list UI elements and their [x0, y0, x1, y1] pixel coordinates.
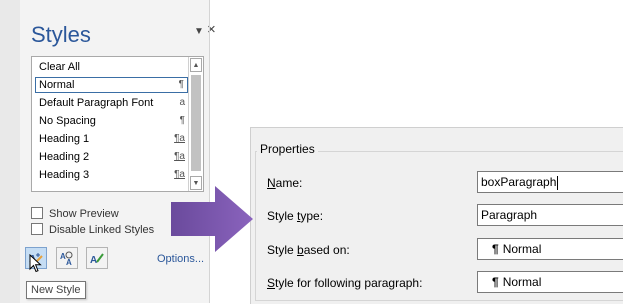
style-item-no-spacing[interactable]: No Spacing ¶ [35, 113, 188, 129]
style-item-heading-1[interactable]: Heading 1 ¶a [35, 131, 188, 147]
linked-style-icon: ¶a [174, 169, 185, 180]
style-based-on-dropdown[interactable]: ¶ Normal [477, 238, 623, 260]
svg-text:A: A [66, 258, 72, 266]
style-item-label: Normal [39, 79, 75, 91]
style-item-label: Heading 3 [39, 169, 90, 181]
style-item-label: Heading 2 [39, 151, 90, 163]
style-type-label: Style type: [267, 209, 324, 223]
style-list: Clear All Normal ¶ Default Paragraph Fon… [31, 56, 204, 192]
style-item-label: Heading 1 [39, 133, 90, 145]
manage-styles-button[interactable]: A [86, 247, 108, 269]
new-style-tooltip: New Style [26, 281, 86, 299]
scroll-thumb[interactable] [191, 75, 201, 171]
paragraph-style-icon: ¶ [178, 79, 184, 90]
style-item-default-paragraph-font[interactable]: Default Paragraph Font a [35, 95, 188, 111]
checkbox-label: Show Preview [49, 208, 119, 220]
style-based-on-label: Style based on: [267, 243, 350, 257]
style-item-label: No Spacing [39, 115, 96, 127]
following-style-dropdown[interactable]: ¶ Normal [477, 271, 623, 293]
text-caret [557, 175, 559, 190]
properties-dialog: Properties Name: boxParagraph Style type… [250, 127, 623, 304]
styles-pane: Styles ▼ × Clear All Normal ¶ Default Pa… [20, 0, 216, 303]
scroll-up-icon[interactable]: ▲ [190, 58, 202, 72]
style-inspector-icon: A A [60, 251, 73, 267]
mouse-pointer-icon [29, 254, 42, 273]
document-edge [0, 0, 20, 303]
options-link[interactable]: Options... [157, 253, 204, 265]
checkbox-label: Disable Linked Styles [49, 224, 155, 236]
style-item-heading-3[interactable]: Heading 3 ¶a [35, 167, 188, 183]
style-item-label: Default Paragraph Font [39, 97, 154, 109]
linked-style-icon: ¶a [174, 151, 185, 162]
svg-text:A: A [90, 255, 97, 266]
style-list-scrollbar[interactable]: ▲ ▼ [188, 57, 203, 191]
following-style-label: Style for following paragraph: [267, 276, 423, 290]
disable-linked-styles-checkbox[interactable]: Disable Linked Styles [31, 223, 154, 237]
name-field[interactable]: boxParagraph [477, 171, 623, 193]
name-field-value: boxParagraph [481, 175, 557, 189]
checkbox-box[interactable] [31, 223, 43, 236]
callout-arrow-icon [171, 186, 253, 252]
checkbox-box[interactable] [31, 207, 43, 220]
following-style-value: Normal [502, 275, 542, 289]
name-label: Name: [267, 176, 303, 190]
pane-divider [209, 0, 210, 303]
style-item-normal[interactable]: Normal ¶ [35, 77, 188, 93]
style-type-value: Paragraph [481, 208, 538, 222]
style-type-dropdown[interactable]: Paragraph [477, 204, 623, 226]
show-preview-checkbox[interactable]: Show Preview [31, 207, 119, 221]
character-style-icon: a [179, 97, 185, 108]
style-item-heading-2[interactable]: Heading 2 ¶a [35, 149, 188, 165]
manage-styles-icon: A [90, 253, 104, 266]
style-item-clear-all[interactable]: Clear All [35, 59, 188, 75]
pane-options-dropdown-icon[interactable]: ▼ [194, 26, 204, 37]
paragraph-style-icon: ¶ [179, 115, 185, 126]
paragraph-mark-icon: ¶ [492, 242, 499, 256]
properties-group-title: Properties [257, 142, 318, 156]
styles-pane-title: Styles [31, 22, 91, 47]
style-item-label: Clear All [39, 61, 80, 73]
style-based-on-value: Normal [502, 242, 542, 256]
linked-style-icon: ¶a [174, 133, 185, 144]
paragraph-mark-icon: ¶ [492, 275, 499, 289]
style-inspector-button[interactable]: A A [56, 247, 78, 269]
